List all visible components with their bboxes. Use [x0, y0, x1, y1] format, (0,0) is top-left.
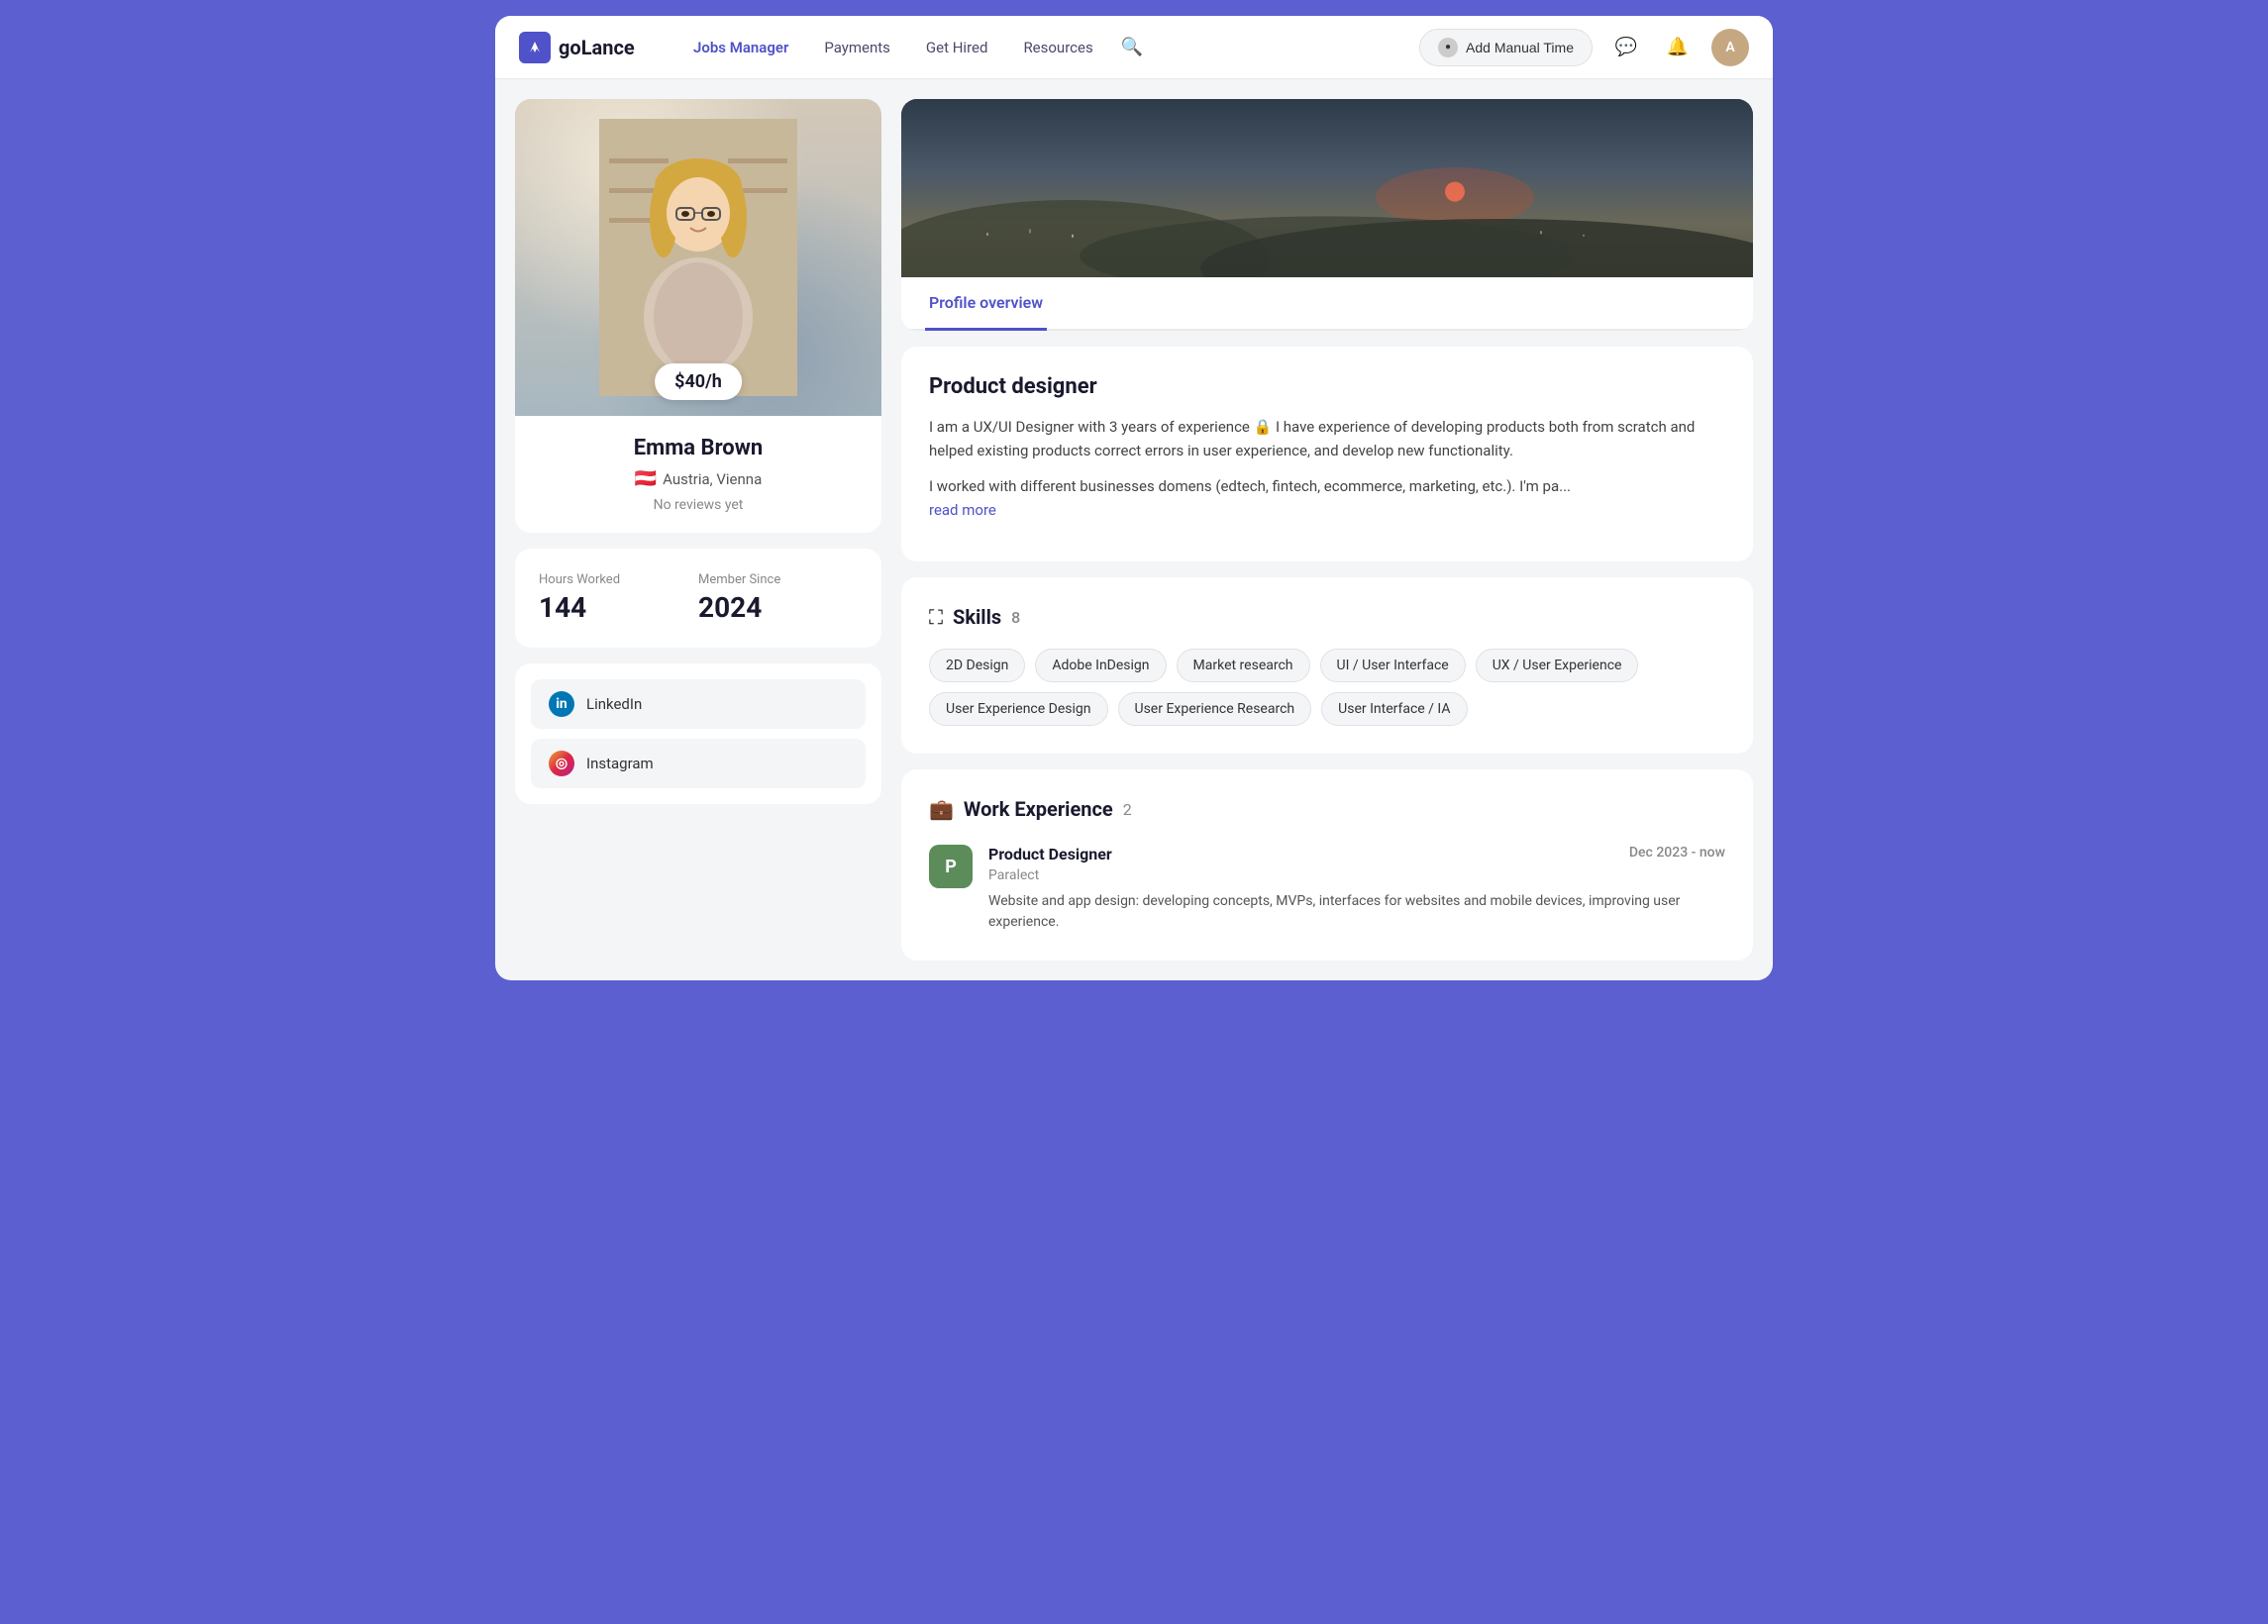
work-exp-count: 2: [1123, 800, 1132, 819]
hours-worked-stat: Hours Worked 144: [539, 572, 698, 624]
member-value: 2024: [698, 591, 858, 624]
bio-card: Product designer I am a UX/UI Designer w…: [901, 347, 1753, 561]
hours-value: 144: [539, 591, 698, 624]
skill-tag: UI / User Interface: [1320, 649, 1466, 682]
search-icon[interactable]: 🔍: [1115, 31, 1149, 64]
header-right: ● Add Manual Time 💬 🔔 A: [1419, 29, 1749, 66]
hours-label: Hours Worked: [539, 572, 698, 587]
skill-tag: Market research: [1177, 649, 1310, 682]
app-container: goLance Jobs Manager Payments Get Hired …: [495, 16, 1773, 980]
exp-role: Product Designer: [988, 845, 1112, 863]
work-exp-header: 💼 Work Experience 2: [929, 797, 1725, 821]
profile-photo: $40/h: [515, 99, 881, 416]
exp-description: Website and app design: developing conce…: [988, 891, 1725, 933]
skill-tag: 2D Design: [929, 649, 1025, 682]
exp-details: Product Designer Dec 2023 - now Paralect…: [988, 845, 1725, 933]
exp-logo: P: [929, 845, 973, 888]
member-label: Member Since: [698, 572, 858, 587]
work-experience-card: 💼 Work Experience 2 P Product Designer D…: [901, 769, 1753, 961]
nav: Jobs Manager Payments Get Hired Resource…: [679, 31, 1388, 64]
work-exp-title: Work Experience: [964, 797, 1113, 821]
nav-payments[interactable]: Payments: [810, 31, 904, 64]
stats-card: Hours Worked 144 Member Since 2024: [515, 549, 881, 648]
profile-tabs-row: Profile overview: [901, 277, 1753, 331]
instagram-label: Instagram: [586, 755, 654, 772]
instagram-link[interactable]: ◎ Instagram: [531, 739, 866, 788]
flag-icon: 🇦🇹: [635, 468, 657, 489]
logo-text: goLance: [559, 36, 635, 59]
profile-location: 🇦🇹 Austria, Vienna: [535, 468, 862, 489]
exp-item: P Product Designer Dec 2023 - now Parale…: [929, 845, 1725, 933]
skills-icon: ⛶: [929, 605, 943, 629]
chat-icon[interactable]: 💬: [1608, 30, 1644, 65]
logo-icon: [519, 32, 551, 63]
tab-profile-overview[interactable]: Profile overview: [925, 277, 1047, 331]
exp-top: Product Designer Dec 2023 - now: [988, 845, 1725, 863]
user-avatar[interactable]: A: [1711, 29, 1749, 66]
profile-name: Emma Brown: [535, 436, 862, 460]
skill-tag: User Experience Research: [1118, 692, 1312, 726]
skill-tag: User Interface / IA: [1321, 692, 1467, 726]
nav-jobs-manager[interactable]: Jobs Manager: [679, 31, 802, 64]
social-card: in LinkedIn ◎ Instagram: [515, 663, 881, 804]
no-reviews: No reviews yet: [535, 497, 862, 513]
skill-tag: UX / User Experience: [1476, 649, 1639, 682]
profile-info: Emma Brown 🇦🇹 Austria, Vienna No reviews…: [515, 416, 881, 533]
skills-header: ⛶ Skills 8: [929, 605, 1725, 629]
skill-tag: User Experience Design: [929, 692, 1108, 726]
profile-card: $40/h Emma Brown 🇦🇹 Austria, Vienna No r…: [515, 99, 881, 533]
cover-image: [901, 99, 1753, 277]
add-manual-label: Add Manual Time: [1466, 40, 1574, 55]
read-more-link[interactable]: read more: [929, 501, 996, 519]
skill-tag: Adobe InDesign: [1035, 649, 1166, 682]
instagram-icon: ◎: [549, 751, 574, 776]
avatar-initials: A: [1725, 40, 1734, 55]
header: goLance Jobs Manager Payments Get Hired …: [495, 16, 1773, 79]
bio-para2: I worked with different businesses domen…: [929, 474, 1725, 522]
nav-get-hired[interactable]: Get Hired: [912, 31, 1002, 64]
linkedin-label: LinkedIn: [586, 695, 642, 713]
right-content: Profile overview Product designer I am a…: [901, 99, 1753, 961]
logo[interactable]: goLance: [519, 32, 648, 63]
main-content: $40/h Emma Brown 🇦🇹 Austria, Vienna No r…: [495, 79, 1773, 980]
skills-count: 8: [1011, 608, 1020, 627]
bio-para2-text: I worked with different businesses domen…: [929, 477, 1571, 495]
skills-card: ⛶ Skills 8 2D Design Adobe InDesign Mark…: [901, 577, 1753, 754]
notification-icon[interactable]: 🔔: [1660, 30, 1696, 65]
left-sidebar: $40/h Emma Brown 🇦🇹 Austria, Vienna No r…: [515, 99, 881, 804]
nav-resources[interactable]: Resources: [1009, 31, 1106, 64]
bio-para1: I am a UX/UI Designer with 3 years of ex…: [929, 415, 1725, 462]
skills-tags: 2D Design Adobe InDesign Market research…: [929, 649, 1725, 726]
work-exp-icon: 💼: [929, 797, 954, 821]
bio-title: Product designer: [929, 374, 1725, 399]
exp-company: Paralect: [988, 867, 1725, 883]
location-text: Austria, Vienna: [663, 470, 762, 488]
coin-icon: ●: [1438, 38, 1458, 57]
exp-date: Dec 2023 - now: [1629, 845, 1725, 861]
rate-text: $40/h: [674, 371, 722, 392]
add-manual-time-button[interactable]: ● Add Manual Time: [1419, 29, 1593, 66]
profile-overview-wrapper: Profile overview: [901, 99, 1753, 331]
rate-badge: $40/h: [655, 363, 742, 400]
linkedin-icon: in: [549, 691, 574, 717]
exp-logo-letter: P: [945, 857, 957, 877]
skills-title: Skills: [953, 605, 1001, 629]
member-since-stat: Member Since 2024: [698, 572, 858, 624]
linkedin-link[interactable]: in LinkedIn: [531, 679, 866, 729]
